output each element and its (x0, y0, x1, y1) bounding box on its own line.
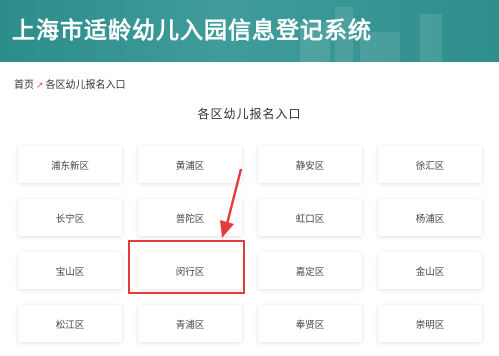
annotation-arrow (220, 168, 243, 238)
arrow-head-icon (220, 220, 234, 238)
arrow-shaft (225, 168, 243, 225)
